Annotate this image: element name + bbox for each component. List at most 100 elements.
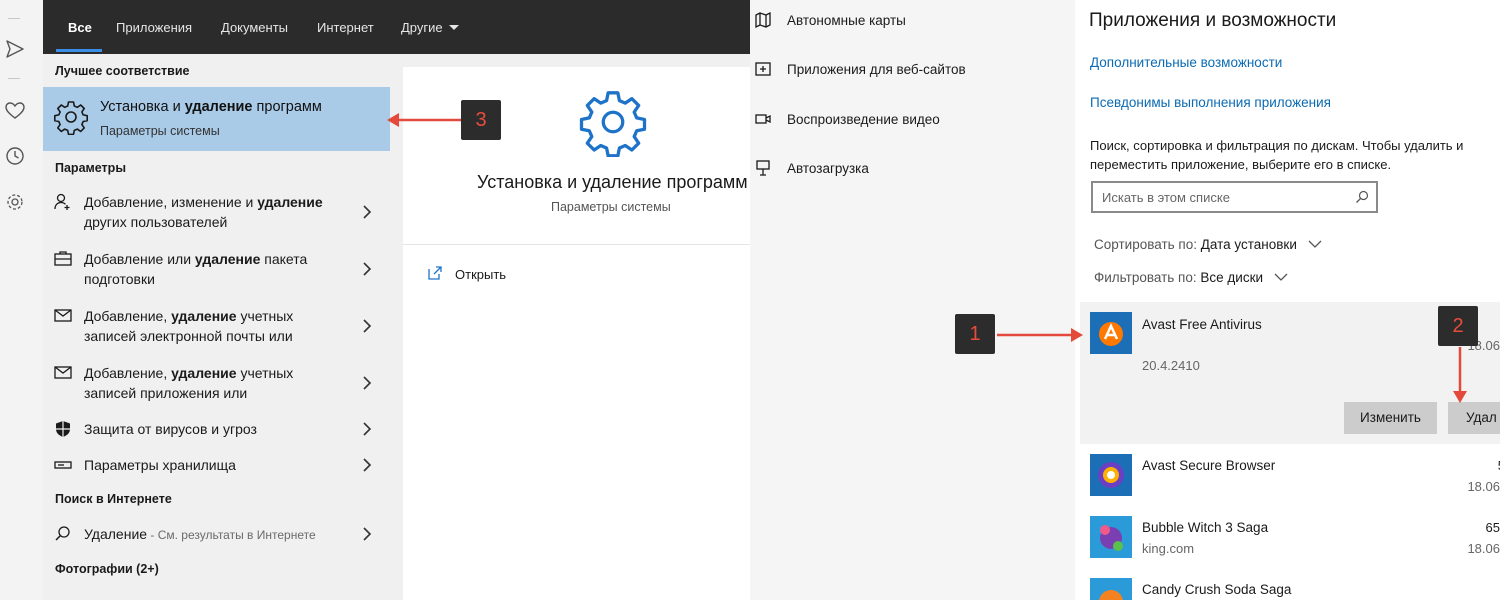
heart-icon[interactable] [4, 100, 26, 122]
web-search-heading: Поиск в Интернете [55, 492, 172, 506]
person-icon [54, 193, 70, 210]
chevron-right-icon [363, 262, 372, 276]
sort-dropdown[interactable]: Сортировать по: Дата установки [1094, 237, 1323, 252]
briefcase-icon [54, 251, 72, 266]
app-name: Candy Crush Soda Saga [1142, 582, 1292, 597]
sort-value: Дата установки [1200, 237, 1297, 252]
preview-subtitle: Параметры системы [551, 200, 671, 214]
result-item[interactable]: Добавление, удаление учетных записей эле… [43, 306, 390, 348]
result-item[interactable]: Добавление или удаление пакета подготовк… [43, 249, 390, 291]
best-match-heading: Лучшее соответствие [55, 64, 190, 78]
tab-apps[interactable]: Приложения [116, 20, 192, 35]
photos-heading[interactable]: Фотографии (2+) [55, 562, 159, 576]
chevron-right-icon [363, 458, 372, 472]
settings-heading: Параметры [55, 161, 126, 175]
callout-badge-2: 2 [1438, 306, 1478, 346]
callout-arrow [387, 113, 461, 127]
callout-arrow [1453, 347, 1467, 403]
rail-separator [8, 18, 20, 19]
web-result-query: Удаление [84, 526, 148, 542]
apps-features-panel: Приложения и возможности Дополнительные … [1075, 0, 1500, 600]
result-label: Добавление или удаление пакета подготовк… [84, 249, 334, 289]
result-label-highlight: удаление [171, 365, 237, 381]
chevron-down-icon [448, 25, 459, 30]
mail-icon [54, 366, 72, 379]
best-match-item[interactable]: Установка и удаление программ Параметры … [43, 87, 390, 151]
result-item[interactable]: Параметры хранилища [43, 455, 390, 477]
result-item[interactable]: Защита от вирусов и угроз [43, 419, 390, 441]
history-icon[interactable] [4, 145, 26, 167]
gear-icon [54, 101, 88, 135]
preview-pane: Установка и удаление программ Параметры … [403, 67, 750, 600]
startup-icon [756, 160, 770, 176]
app-row[interactable]: Candy Crush Soda Saga [1080, 576, 1500, 600]
nav-item-label: Автономные карты [787, 13, 906, 28]
chevron-down-icon [1308, 240, 1322, 248]
app-execution-aliases-link[interactable]: Псевдонимы выполнения приложения [1090, 95, 1331, 110]
result-label: Защита от вирусов и угроз [84, 421, 257, 437]
tab-documents[interactable]: Документы [221, 20, 288, 35]
chevron-right-icon [363, 205, 372, 219]
modify-button[interactable]: Изменить [1344, 402, 1437, 434]
best-match-title-start: Установка и [100, 99, 185, 115]
result-label-start: Добавление или [84, 251, 195, 267]
app-row[interactable]: Bubble Witch 3 Saga king.com 65 18.06 [1080, 514, 1500, 564]
shield-icon [56, 421, 70, 437]
left-rail [0, 0, 43, 600]
open-icon [428, 266, 442, 280]
storage-icon [54, 461, 72, 469]
search-icon[interactable] [1354, 189, 1370, 205]
nav-item-offline-maps[interactable]: Автономные карты [750, 8, 1070, 36]
filter-dropdown[interactable]: Фильтровать по: Все диски [1094, 270, 1289, 285]
gear-icon [579, 91, 647, 157]
result-item[interactable]: Добавление, удаление учетных записей при… [43, 363, 390, 405]
app-row[interactable]: Avast Secure Browser 5 18.06 [1080, 452, 1500, 502]
open-label: Открыть [455, 267, 507, 282]
apps-search-input[interactable] [1102, 187, 1352, 207]
tab-all[interactable]: Все [68, 20, 92, 35]
app-install-date: 18.06 [1467, 541, 1500, 556]
preview-title: Установка и удаление программ [477, 172, 748, 192]
app-version: 20.4.2410 [1142, 358, 1200, 373]
chevron-right-icon [363, 527, 372, 541]
web-result-item[interactable]: Удаление - См. результаты в Интернете [43, 524, 390, 546]
apps-search-box[interactable] [1091, 181, 1378, 213]
candy-crush-icon [1090, 578, 1132, 600]
avast-browser-icon [1090, 454, 1132, 496]
apps-description-line: Поиск, сортировка и фильтрация по дискам… [1090, 138, 1464, 153]
chevron-right-icon [363, 422, 372, 436]
settings-icon[interactable] [4, 191, 26, 213]
preview-header: Установка и удаление программ Параметры … [403, 67, 750, 245]
tab-other-label: Другие [401, 20, 443, 35]
filter-value: Все диски [1200, 270, 1264, 285]
nav-item-web-apps[interactable]: Приложения для веб-сайтов [750, 57, 1070, 85]
web-result-hint: - См. результаты в Интернете [147, 528, 316, 542]
uninstall-button[interactable]: Удал [1448, 402, 1500, 434]
result-item[interactable]: Добавление, изменение и удаление других … [43, 192, 390, 234]
avast-icon [1090, 312, 1132, 354]
send-icon[interactable] [4, 38, 26, 60]
result-label-highlight: удаление [171, 308, 237, 324]
chevron-down-icon [1274, 273, 1288, 281]
chevron-right-icon [363, 376, 372, 390]
map-icon [755, 11, 771, 29]
app-name: Avast Secure Browser [1142, 458, 1276, 473]
optional-features-link[interactable]: Дополнительные возможности [1090, 55, 1282, 70]
callout-badge-1: 1 [955, 314, 995, 354]
sort-label: Сортировать по: [1094, 237, 1197, 252]
bubble-witch-icon [1090, 516, 1132, 558]
tab-internet[interactable]: Интернет [317, 20, 374, 35]
app-name: Bubble Witch 3 Saga [1142, 520, 1269, 535]
result-label-start: Добавление, [84, 365, 172, 381]
nav-item-video-playback[interactable]: Воспроизведение видео [750, 107, 1070, 135]
search-icon [55, 526, 70, 541]
nav-item-label: Автозагрузка [787, 161, 869, 176]
app-row-selected[interactable]: Avast Free Antivirus 18.06 20.4.2410 Изм… [1080, 302, 1500, 444]
callout-arrow [997, 328, 1083, 342]
filter-label: Фильтровать по: [1094, 270, 1197, 285]
tab-other[interactable]: Другие [401, 20, 459, 35]
apps-description-line: переместить приложение, выберите его в с… [1090, 157, 1392, 172]
video-icon [755, 114, 771, 124]
nav-item-startup[interactable]: Автозагрузка [750, 156, 1070, 184]
result-label-highlight: удаление [194, 251, 261, 267]
